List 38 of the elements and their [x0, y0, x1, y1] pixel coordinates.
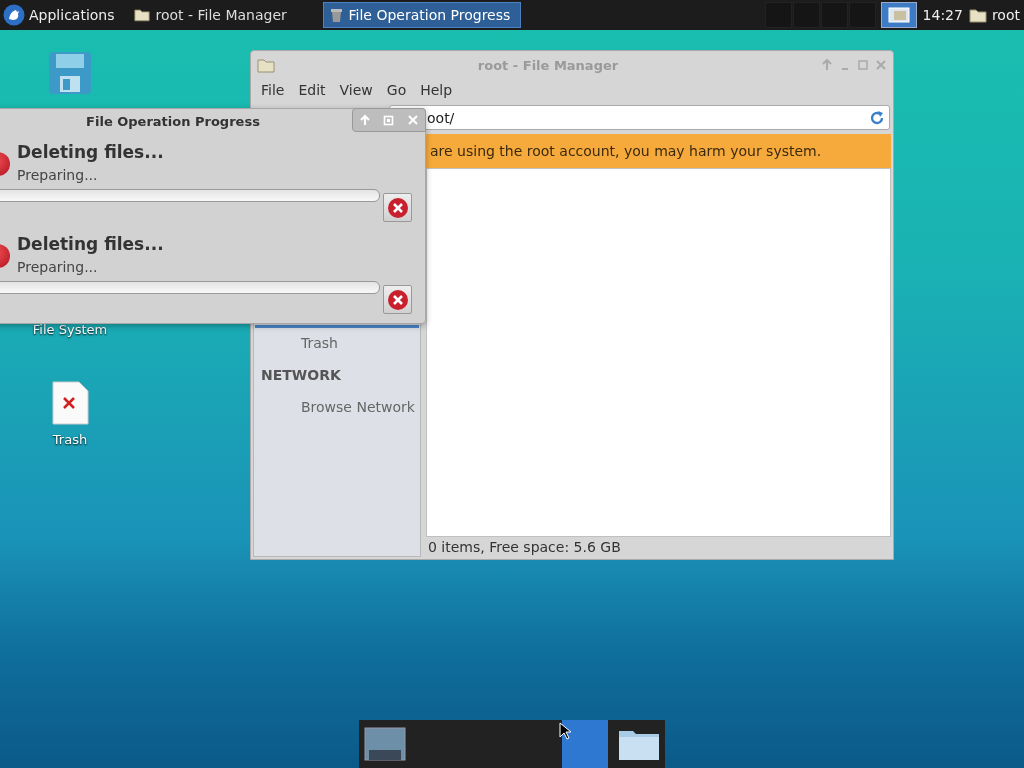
user-name[interactable]: root [991, 7, 1020, 23]
sidebar-item[interactable]: Browse Network [254, 392, 420, 422]
cancel-button[interactable] [383, 193, 412, 222]
folder-icon [133, 8, 150, 22]
dialog-title: File Operation Progress [86, 113, 260, 129]
reload-icon[interactable] [869, 109, 885, 126]
operation-title: Deleting files... [17, 142, 164, 162]
applications-menu[interactable]: Applications [0, 0, 121, 30]
mouse-pointer-icon [559, 722, 571, 740]
window-icon [887, 7, 910, 23]
sidebar-heading: NETWORK [260, 366, 342, 385]
sidebar-item[interactable]: Trash [254, 328, 420, 358]
operation-title: Deleting files... [17, 234, 164, 254]
folder-icon [968, 7, 987, 23]
operation-status: Preparing... [17, 167, 98, 183]
mouse-logo-icon [3, 4, 25, 26]
menu-item[interactable]: File [255, 82, 293, 98]
up-arrow-icon[interactable] [821, 59, 833, 71]
cancel-button[interactable] [383, 285, 412, 314]
clock[interactable]: 14:27 [922, 7, 963, 23]
window-title: root - File Manager [476, 57, 620, 73]
folder-icon [257, 57, 275, 73]
menu-item[interactable]: Edit [292, 82, 334, 98]
close-icon[interactable] [875, 59, 887, 71]
monitor-icon [363, 726, 406, 762]
taskbar-button[interactable]: root - File Manager [126, 2, 317, 28]
status-text: 0 items, Free space: 5.6 GB [427, 538, 622, 557]
operation-status: Preparing... [17, 259, 98, 275]
menu-item[interactable]: View [333, 82, 381, 98]
menu-item[interactable]: Go [380, 82, 415, 98]
taskbar-button[interactable]: File Operation Progress [322, 2, 521, 28]
trash-can-icon [329, 7, 343, 23]
location-field[interactable]: oot/ [427, 109, 869, 126]
menu-item[interactable]: Help [414, 82, 461, 98]
maximize-icon[interactable] [857, 59, 869, 71]
workspace-switcher[interactable] [764, 1, 917, 29]
location-bar[interactable]: oot/ [389, 105, 890, 130]
document-x-icon[interactable] [50, 380, 90, 426]
